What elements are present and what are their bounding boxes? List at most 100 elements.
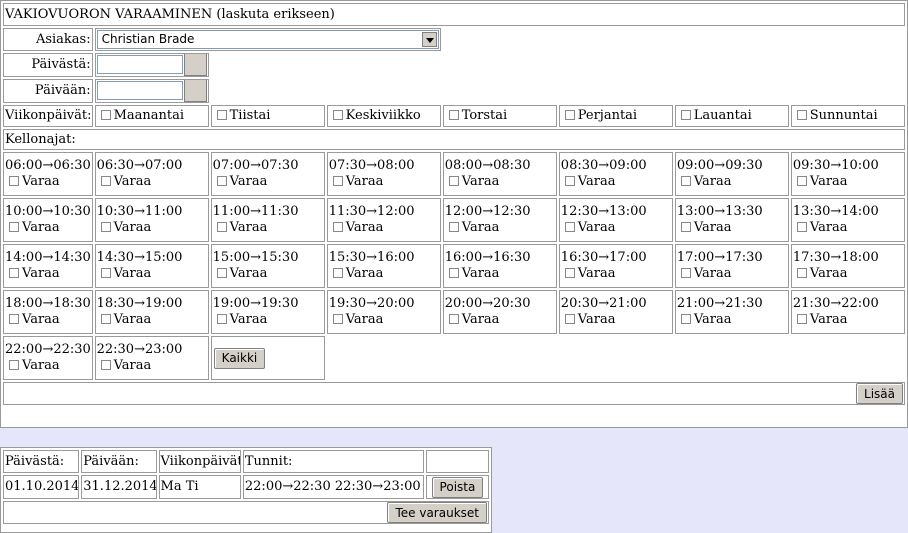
- time-slot: 16:00→16:30 Varaa: [442, 244, 557, 288]
- book-slot-checkbox[interactable]: [332, 314, 343, 324]
- book-slot-checkbox[interactable]: [564, 314, 575, 324]
- time-slot: 19:00→19:30 Varaa: [210, 290, 325, 334]
- book-slot-checkbox[interactable]: [448, 222, 459, 232]
- book-slot-label: Varaa: [461, 312, 500, 327]
- time-slot: 18:00→18:30 Varaa: [3, 290, 93, 334]
- weekday-checkbox[interactable]: [796, 110, 807, 120]
- book-slot-checkbox[interactable]: [680, 268, 691, 278]
- customer-select[interactable]: Christian Brade: [96, 30, 439, 49]
- book-slot-label: Varaa: [229, 220, 268, 235]
- book-slot-checkbox[interactable]: [9, 176, 19, 186]
- time-slot-label: 13:00→13:30: [676, 204, 763, 219]
- book-slot-checkbox[interactable]: [796, 176, 807, 186]
- from-date-input[interactable]: [96, 54, 183, 74]
- book-slot-checkbox[interactable]: [100, 222, 111, 232]
- book-slot-label: Varaa: [693, 220, 732, 235]
- weekday-checkbox[interactable]: [216, 110, 227, 120]
- weekday-checkbox[interactable]: [332, 110, 343, 120]
- book-slot-checkbox[interactable]: [100, 176, 111, 186]
- time-slot-label: 08:00→08:30: [444, 158, 531, 173]
- book-slot-checkbox[interactable]: [796, 268, 807, 278]
- time-slot-label: 16:30→17:00: [560, 250, 647, 265]
- time-slot: 15:00→15:30 Varaa: [210, 244, 325, 288]
- book-slot-checkbox[interactable]: [448, 314, 459, 324]
- time-slot-label: 15:30→16:00: [328, 250, 415, 265]
- from-date-label: Päivästä:: [3, 53, 93, 77]
- weekday-cell-2: Keskiviikko: [326, 105, 441, 127]
- submit-bookings-button[interactable]: Tee varaukset: [387, 502, 487, 523]
- book-slot-checkbox[interactable]: [680, 314, 691, 324]
- dropdown-arrow-icon[interactable]: [421, 32, 437, 47]
- book-slot-checkbox[interactable]: [332, 268, 343, 278]
- from-date-picker-button[interactable]: [183, 54, 207, 76]
- remove-button[interactable]: Poista: [431, 476, 484, 498]
- row-to: 31.12.2014: [81, 475, 157, 499]
- book-slot-label: Varaa: [22, 220, 60, 235]
- weekday-cell-4: Perjantai: [558, 105, 673, 127]
- book-slot-checkbox[interactable]: [100, 268, 111, 278]
- book-slot-checkbox[interactable]: [564, 176, 575, 186]
- time-slot: 12:00→12:30 Varaa: [442, 198, 557, 242]
- to-date-cell: [94, 79, 209, 103]
- book-slot-checkbox[interactable]: [680, 176, 691, 186]
- weekday-checkbox[interactable]: [564, 110, 575, 120]
- time-slot: 08:30→09:00 Varaa: [558, 152, 673, 196]
- row-actions: Poista: [425, 475, 489, 499]
- add-button[interactable]: Lisää: [856, 383, 903, 404]
- time-slot-label: 07:30→08:00: [328, 158, 415, 173]
- select-all-cell: Kaikki: [210, 336, 325, 380]
- time-slot: 22:30→23:00 Varaa: [94, 336, 209, 380]
- book-slot-checkbox[interactable]: [448, 268, 459, 278]
- weekday-checkbox[interactable]: [680, 110, 691, 120]
- weekday-checkbox[interactable]: [100, 110, 111, 120]
- time-slot: 08:00→08:30 Varaa: [442, 152, 557, 196]
- empty-slot: [443, 336, 557, 380]
- book-slot-checkbox[interactable]: [216, 176, 227, 186]
- book-slot-checkbox[interactable]: [216, 314, 227, 324]
- book-slot-checkbox[interactable]: [796, 314, 807, 324]
- time-slot: 14:30→15:00 Varaa: [94, 244, 209, 288]
- book-slot-checkbox[interactable]: [680, 222, 691, 232]
- book-slot-checkbox[interactable]: [448, 176, 459, 186]
- time-slot-label: 10:30→11:00: [96, 204, 183, 219]
- book-slot-label: Varaa: [809, 266, 848, 281]
- book-slot-checkbox[interactable]: [9, 360, 19, 370]
- time-slot-label: 12:30→13:00: [560, 204, 647, 219]
- pending-bookings-table: Päivästä: Päivään: Viikonpäivät: Tunnit:…: [1, 448, 491, 526]
- time-slot-label: 19:00→19:30: [212, 296, 299, 311]
- book-slot-checkbox[interactable]: [216, 268, 227, 278]
- customer-label: Asiakas:: [3, 28, 93, 51]
- time-slot-label: 14:00→14:30: [5, 250, 91, 265]
- time-slot: 18:30→19:00 Varaa: [94, 290, 209, 334]
- book-slot-checkbox[interactable]: [9, 222, 19, 232]
- book-slot-checkbox[interactable]: [332, 222, 343, 232]
- book-slot-checkbox[interactable]: [9, 268, 19, 278]
- book-slot-label: Varaa: [113, 266, 152, 281]
- book-slot-checkbox[interactable]: [100, 360, 111, 370]
- time-slot: 09:30→10:00 Varaa: [790, 152, 905, 196]
- book-slot-checkbox[interactable]: [796, 222, 807, 232]
- empty-slot: [327, 336, 441, 380]
- customer-select-value: Christian Brade: [101, 32, 195, 46]
- book-slot-checkbox[interactable]: [564, 222, 575, 232]
- add-row: Lisää: [3, 382, 905, 405]
- weekday-label: Maanantai: [113, 108, 185, 123]
- time-slot: 13:00→13:30 Varaa: [674, 198, 789, 242]
- to-date-picker-button[interactable]: [183, 80, 207, 102]
- weekday-checkbox[interactable]: [448, 110, 459, 120]
- time-slot: 17:00→17:30 Varaa: [674, 244, 789, 288]
- book-slot-checkbox[interactable]: [332, 176, 343, 186]
- header-to: Päivään:: [81, 450, 157, 473]
- time-slot-label: 11:30→12:00: [328, 204, 415, 219]
- book-slot-checkbox[interactable]: [564, 268, 575, 278]
- book-slot-checkbox[interactable]: [100, 314, 111, 324]
- time-slot: 12:30→13:00 Varaa: [558, 198, 673, 242]
- time-slot: 13:30→14:00 Varaa: [790, 198, 905, 242]
- book-slot-checkbox[interactable]: [9, 314, 19, 324]
- time-slot-label: 13:30→14:00: [792, 204, 879, 219]
- book-slot-label: Varaa: [693, 312, 732, 327]
- book-slot-checkbox[interactable]: [216, 222, 227, 232]
- select-all-button[interactable]: Kaikki: [213, 347, 266, 369]
- time-slot: 09:00→09:30 Varaa: [674, 152, 789, 196]
- to-date-input[interactable]: [96, 80, 183, 100]
